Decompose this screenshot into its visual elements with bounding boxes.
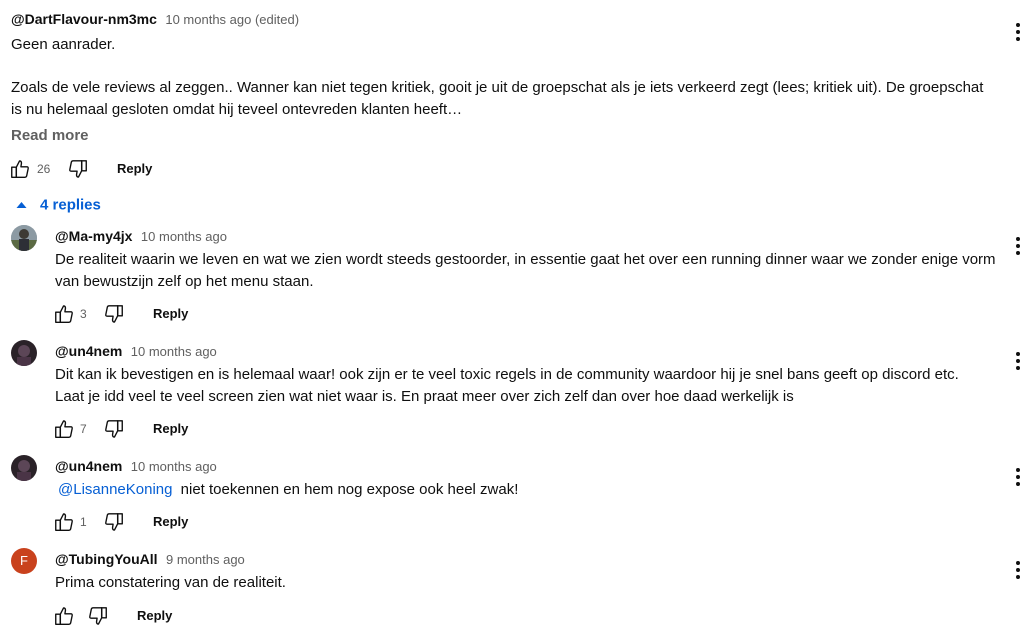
thumb-up-icon	[9, 158, 31, 180]
mention-link[interactable]: @LisanneKoning	[58, 481, 172, 498]
like-count: 3	[80, 307, 87, 321]
comment-author[interactable]: @DartFlavour-nm3mc	[11, 11, 157, 27]
thumb-up-icon	[53, 511, 75, 533]
reply-timestamp[interactable]: 10 months ago	[141, 229, 227, 244]
avatar[interactable]	[11, 455, 37, 481]
reply-author[interactable]: @un4nem	[55, 343, 122, 359]
more-actions-icon[interactable]	[1013, 350, 1023, 372]
thumb-down-icon	[103, 418, 125, 440]
more-actions-icon[interactable]	[1013, 559, 1023, 581]
reply-timestamp[interactable]: 10 months ago	[131, 459, 217, 474]
thumb-down-icon	[67, 158, 89, 180]
thumb-up-icon	[53, 303, 75, 325]
like-count: 26	[37, 162, 51, 176]
avatar-image	[11, 455, 37, 481]
dislike-button[interactable]	[67, 158, 89, 180]
like-button[interactable]	[53, 418, 75, 440]
reply-timestamp[interactable]: 10 months ago	[131, 344, 217, 359]
dislike-button[interactable]	[103, 418, 125, 440]
reply-button[interactable]: Reply	[153, 514, 188, 529]
avatar-letter: F	[20, 553, 28, 568]
dislike-button[interactable]	[103, 303, 125, 325]
reply-button[interactable]: Reply	[117, 161, 152, 176]
thumb-down-icon	[103, 511, 125, 533]
reply-text-line: Dit kan ik bevestigen en is helemaal waa…	[55, 366, 959, 383]
reply-button[interactable]: Reply	[137, 608, 172, 623]
read-more-button[interactable]: Read more	[11, 127, 89, 144]
reply-header: @Ma-my4jx 10 months ago	[55, 228, 227, 246]
more-actions-icon[interactable]	[1013, 235, 1023, 257]
reply-header: @un4nem 10 months ago	[55, 343, 217, 361]
reply-button[interactable]: Reply	[153, 421, 188, 436]
thumb-up-icon	[53, 605, 75, 627]
reply-author[interactable]: @TubingYouAll	[55, 551, 158, 567]
like-button[interactable]	[53, 605, 75, 627]
dislike-button[interactable]	[103, 511, 125, 533]
comment-text-line: is nu helemaal gesloten omdat hij teveel…	[11, 101, 463, 118]
reply-text: niet toekennen en hem nog expose ook hee…	[180, 481, 519, 498]
reply-author[interactable]: @un4nem	[55, 458, 122, 474]
more-actions-icon[interactable]	[1013, 466, 1023, 488]
like-button[interactable]	[53, 303, 75, 325]
avatar[interactable]	[11, 225, 37, 251]
more-actions-icon[interactable]	[1013, 21, 1023, 43]
avatar-image	[11, 340, 37, 366]
reply-text-line: @LisanneKoning niet toekennen en hem nog…	[58, 479, 518, 501]
thumb-down-icon	[103, 303, 125, 325]
reply-timestamp[interactable]: 9 months ago	[166, 552, 245, 567]
like-button[interactable]	[53, 511, 75, 533]
reply-author[interactable]: @Ma-my4jx	[55, 228, 132, 244]
thumb-up-icon	[53, 418, 75, 440]
like-count: 1	[80, 515, 87, 529]
thumb-down-icon	[87, 605, 109, 627]
replies-toggle-button[interactable]: 4 replies	[16, 196, 101, 214]
comment-text-line: Geen aanrader.	[11, 36, 116, 53]
replies-count-label: 4 replies	[40, 196, 101, 214]
reply-text-line: Laat je idd veel te veel screen zien wat…	[55, 388, 794, 405]
reply-text-line: De realiteit waarin we leven en wat we z…	[55, 251, 996, 268]
reply-text-line: Prima constatering van de realiteit.	[55, 574, 286, 591]
like-button[interactable]	[9, 158, 31, 180]
like-count: 7	[80, 422, 87, 436]
comment-header: @DartFlavour-nm3mc 10 months ago (edited…	[11, 11, 299, 29]
dislike-button[interactable]	[87, 605, 109, 627]
caret-up-icon	[16, 196, 27, 214]
comment-text-line: Zoals de vele reviews al zeggen.. Wanner…	[11, 79, 984, 96]
reply-text-line: van bewustzijn zelf op het menu staan.	[55, 273, 314, 290]
comment-timestamp[interactable]: 10 months ago (edited)	[165, 12, 299, 27]
reply-header: @TubingYouAll 9 months ago	[55, 551, 245, 569]
avatar[interactable]: F	[11, 548, 37, 574]
reply-header: @un4nem 10 months ago	[55, 458, 217, 476]
reply-button[interactable]: Reply	[153, 306, 188, 321]
avatar[interactable]	[11, 340, 37, 366]
avatar-image	[11, 225, 37, 251]
